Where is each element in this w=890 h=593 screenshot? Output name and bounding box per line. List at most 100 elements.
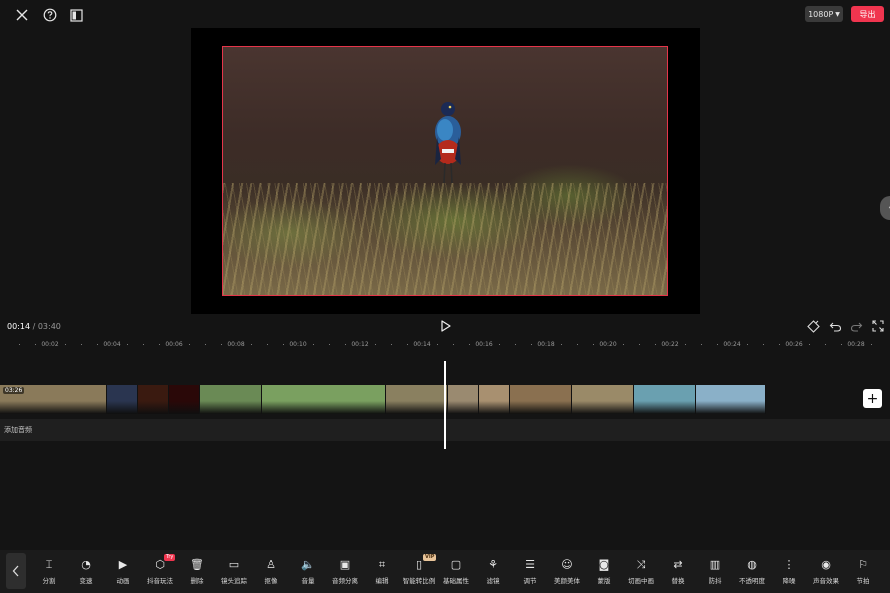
resolution-value: 1080P: [808, 9, 834, 19]
basic-props-icon: ▢: [450, 558, 462, 571]
tool-camera-tracking[interactable]: ▭ 镜头追踪: [214, 558, 254, 588]
ruler-tick-dot: [531, 344, 532, 345]
beat-icon: ⚐: [858, 558, 868, 571]
add-clip-button[interactable]: +: [863, 389, 882, 408]
ruler-tick-dot: [267, 344, 268, 345]
tool-opacity[interactable]: ◍ 不透明度: [732, 558, 772, 588]
tool-replace[interactable]: ⇄ 替换: [658, 558, 698, 588]
fullscreen-icon[interactable]: [871, 319, 885, 333]
tool-label: 镜头追踪: [221, 577, 247, 585]
tool-label: 美颜美体: [554, 577, 580, 585]
ruler-tick-dot: [577, 344, 578, 345]
redo-icon[interactable]: [849, 319, 863, 333]
video-clip-zebras-grass[interactable]: [386, 385, 448, 414]
tool-split[interactable]: ⌶ 分割: [29, 558, 69, 588]
side-panel-handle[interactable]: ‹: [880, 196, 890, 220]
layout-icon[interactable]: [67, 6, 85, 24]
keyframe-icon[interactable]: [806, 319, 820, 333]
ruler-tick-dot: [189, 344, 190, 345]
video-clip-giraffe-herd[interactable]: [510, 385, 572, 414]
ruler-tick-dot: [747, 344, 748, 345]
tool-adjust[interactable]: ☰ 调节: [510, 558, 550, 588]
ruler-tick-label: 00:12: [351, 341, 369, 348]
tool-stabilize[interactable]: ▥ 防抖: [695, 558, 735, 588]
ruler-tick-label: 00:06: [165, 341, 183, 348]
tool-label: 降噪: [782, 577, 796, 585]
ruler-tick-dot: [515, 344, 516, 345]
ruler-tick-dot: [375, 344, 376, 345]
top-bar: 1080P ▼ 导出: [0, 0, 890, 30]
ruler-tick-dot: [499, 344, 500, 345]
video-clip-giraffe[interactable]: [479, 385, 510, 414]
back-button[interactable]: [6, 553, 26, 589]
tool-denoise[interactable]: ⋮ 降噪: [769, 558, 809, 588]
camera-tracking-icon: ▭: [228, 558, 240, 571]
tool-beat[interactable]: ⚐ 节拍: [843, 558, 883, 588]
playhead[interactable]: [444, 361, 446, 449]
tool-pip[interactable]: ⤨ 切画中画: [621, 558, 661, 588]
tool-beauty[interactable]: ☺ 美颜美体: [547, 558, 587, 588]
ruler-tick-label: 00:14: [413, 341, 431, 348]
add-audio-label: 添加音频: [4, 426, 32, 434]
tool-label: 调节: [523, 577, 537, 585]
video-clip-horizon[interactable]: [696, 385, 766, 414]
edit-toolbar: ⌶ 分割 ◔ 变速 ▶ 动画 ⬡ 抖音玩法 Try 🗑 删除 ▭ 镜头追踪 ♙ 抠像 🔈 音量 ▣ 音频分离 ⌗ 编辑 ▯…: [0, 550, 890, 593]
tool-mask[interactable]: ◙ 蒙版: [584, 558, 624, 588]
bird-image: [435, 102, 461, 184]
video-clip-elephant[interactable]: [448, 385, 479, 414]
timeline-ruler[interactable]: 00:02 00:04 00:06 00:08 00:10 00:12 00:14 00:16…: [0, 337, 890, 351]
tool-crop[interactable]: ⌗ 编辑: [362, 558, 402, 588]
tool-label: 抠像: [264, 577, 278, 585]
cutout-icon: ♙: [266, 558, 276, 571]
tool-label: 不透明度: [739, 577, 765, 585]
tool-smart-ratio[interactable]: ▯ 智能转比例 VIP: [399, 554, 439, 588]
tool-douyin-effects[interactable]: ⬡ 抖音玩法 Try: [140, 554, 180, 588]
video-clip-grass[interactable]: [262, 385, 386, 414]
adjust-icon: ☰: [525, 558, 535, 571]
tool-volume[interactable]: 🔈 音量: [288, 558, 328, 588]
ruler-tick-dot: [871, 344, 872, 345]
ruler-tick-dot: [437, 344, 438, 345]
video-clip-trees[interactable]: [200, 385, 262, 414]
tool-sound-effect[interactable]: ◉ 声音效果: [806, 558, 846, 588]
tool-label: 替换: [671, 577, 685, 585]
tool-animation[interactable]: ▶ 动画: [103, 558, 143, 588]
ruler-tick-dot: [717, 344, 718, 345]
ruler-tick-dot: [81, 344, 82, 345]
ruler-tick-label: 00:10: [289, 341, 307, 348]
tool-delete[interactable]: 🗑 删除: [177, 558, 217, 588]
video-preview: [191, 28, 700, 314]
video-clip-zebras[interactable]: 03:26: [0, 385, 107, 414]
denoise-icon: ⋮: [783, 558, 795, 571]
tool-audio-separate[interactable]: ▣ 音频分离: [325, 558, 365, 588]
ruler-tick-label: 00:20: [599, 341, 617, 348]
ruler-tick-dot: [623, 344, 624, 345]
resolution-dropdown[interactable]: 1080P ▼: [805, 6, 843, 22]
preview-frame[interactable]: [222, 46, 668, 296]
tool-label: 智能转比例: [402, 577, 436, 585]
video-clip-night-sky[interactable]: [107, 385, 138, 414]
ruler-tick-dot: [639, 344, 640, 345]
pip-icon: ⤨: [636, 558, 646, 571]
ruler-tick-dot: [407, 344, 408, 345]
ruler-tick-dot: [97, 344, 98, 345]
tool-label: 变速: [79, 577, 93, 585]
video-clip-night-fire[interactable]: [138, 385, 169, 414]
video-clip-water[interactable]: [634, 385, 696, 414]
help-icon[interactable]: [41, 6, 59, 24]
tool-cutout[interactable]: ♙ 抠像: [251, 558, 291, 588]
close-icon[interactable]: [13, 6, 31, 24]
tool-basic-props[interactable]: ▢ 基础属性: [436, 558, 476, 588]
tool-filter[interactable]: ⚘ 滤镜: [473, 558, 513, 588]
video-clip-night-eyes[interactable]: [169, 385, 200, 414]
ruler-tick-dot: [809, 344, 810, 345]
ruler-tick-label: 00:22: [661, 341, 679, 348]
ruler-tick-dot: [65, 344, 66, 345]
video-clip-antelope[interactable]: [572, 385, 634, 414]
export-button[interactable]: 导出: [851, 6, 884, 22]
tool-label: 蒙版: [597, 577, 611, 585]
undo-icon[interactable]: [828, 319, 842, 333]
tool-speed[interactable]: ◔ 变速: [66, 558, 106, 588]
ruler-tick-dot: [825, 344, 826, 345]
play-button[interactable]: [438, 319, 452, 333]
